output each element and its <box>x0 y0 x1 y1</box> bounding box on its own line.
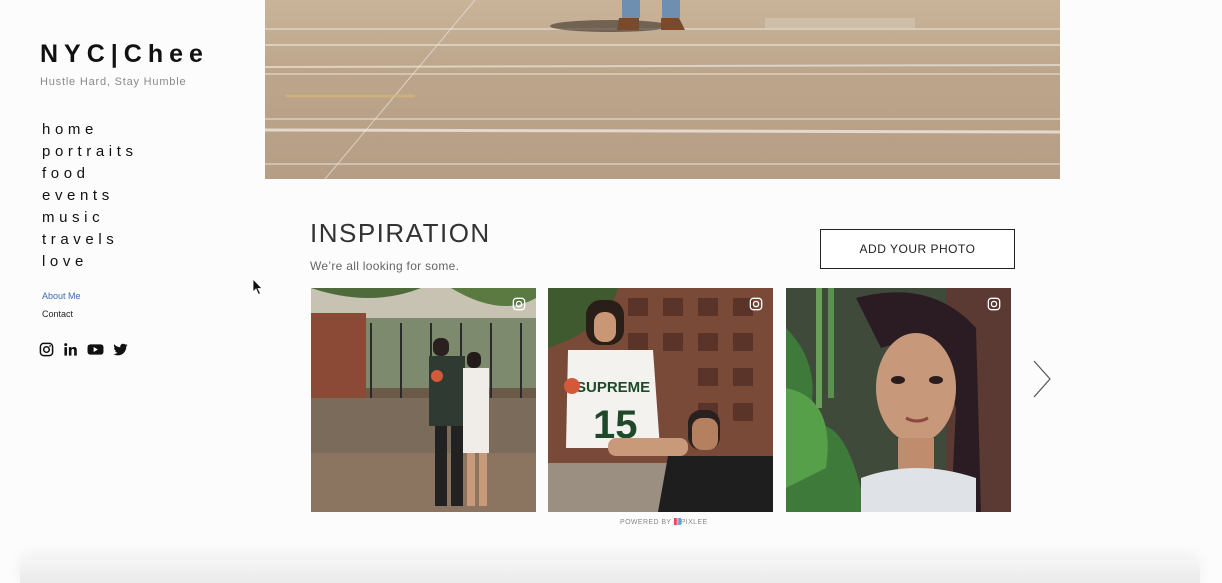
contact-link[interactable]: Contact <box>42 309 73 319</box>
gallery-photo[interactable] <box>786 288 1011 512</box>
instagram-icon <box>512 297 526 311</box>
linkedin-icon[interactable] <box>63 342 78 357</box>
nav-item-home[interactable]: home <box>42 119 138 141</box>
instagram-icon <box>749 297 763 311</box>
pixlee-logo-icon <box>673 518 681 525</box>
instagram-icon <box>987 297 1001 311</box>
nav-item-portraits[interactable]: portraits <box>42 141 138 163</box>
inspiration-subtitle: We’re all looking for some. <box>310 259 460 273</box>
instagram-icon[interactable] <box>39 342 54 357</box>
twitter-icon[interactable] <box>113 342 128 357</box>
youtube-icon[interactable] <box>87 342 104 357</box>
main-nav: home portraits food events music travels… <box>42 119 138 273</box>
powered-by-pixlee[interactable]: POWERED BY PIXLEE <box>620 518 708 526</box>
footer-strip <box>20 560 1200 583</box>
gallery-photo[interactable] <box>311 288 536 512</box>
social-links <box>39 342 128 357</box>
site-logo[interactable]: NYC|Chee <box>40 40 209 69</box>
svg-text:SUPREME: SUPREME <box>576 379 650 396</box>
nav-item-music[interactable]: music <box>42 207 138 229</box>
powered-by-label: POWERED BY <box>620 519 672 526</box>
nav-item-travels[interactable]: travels <box>42 229 138 251</box>
site-tagline: Hustle Hard, Stay Humble <box>40 76 187 88</box>
chevron-right-icon[interactable] <box>1030 359 1054 399</box>
gallery-photo[interactable]: SUPREME 15 <box>548 288 773 512</box>
pixlee-brand: PIXLEE <box>680 519 708 526</box>
nav-item-food[interactable]: food <box>42 163 138 185</box>
hero-image <box>265 0 1060 179</box>
inspiration-title: INSPIRATION <box>310 218 491 248</box>
nav-item-love[interactable]: love <box>42 251 138 273</box>
about-me-link[interactable]: About Me <box>42 291 81 301</box>
mouse-cursor-icon <box>252 278 263 296</box>
add-your-photo-button[interactable]: ADD YOUR PHOTO <box>820 229 1015 269</box>
nav-item-events[interactable]: events <box>42 185 138 207</box>
